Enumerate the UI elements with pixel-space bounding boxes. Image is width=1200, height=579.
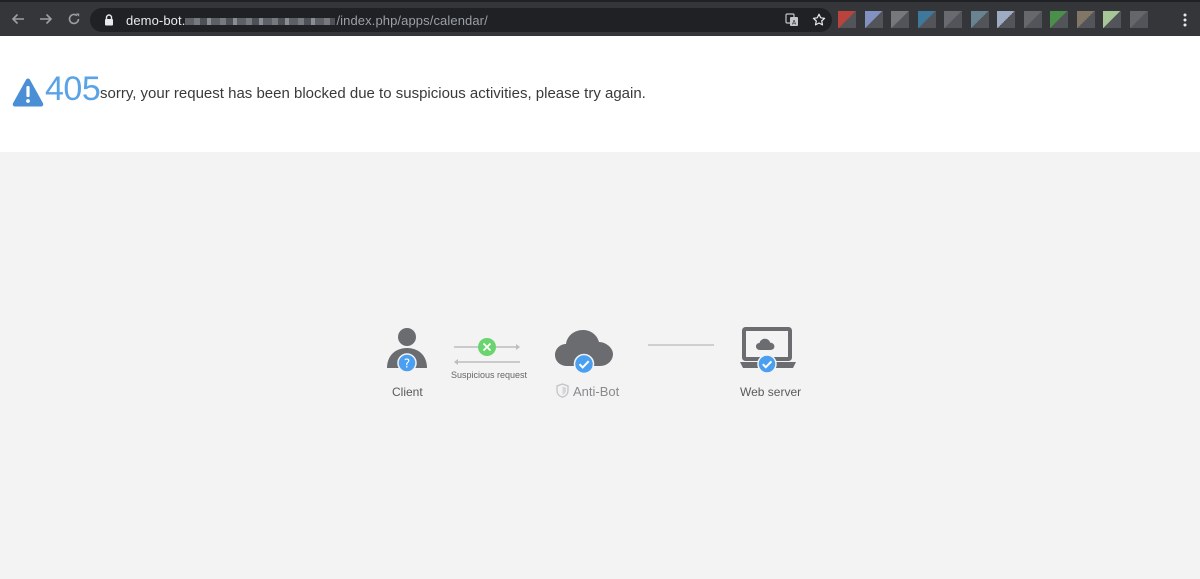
forward-button[interactable] bbox=[33, 6, 59, 32]
suspicious-request-label: Suspicious request bbox=[451, 370, 528, 380]
antibot-cloud-icon bbox=[555, 330, 613, 375]
url-redacted-segment bbox=[185, 17, 336, 25]
client-user-icon: ? bbox=[387, 328, 427, 373]
extensions-bar bbox=[838, 11, 1156, 28]
bookmark-star-icon[interactable] bbox=[810, 11, 828, 29]
svg-text:?: ? bbox=[404, 357, 410, 371]
address-bar[interactable]: demo-bot. /index.php/apps/calendar/ A bbox=[90, 8, 832, 32]
extension-icon[interactable] bbox=[1023, 11, 1042, 28]
extension-icon[interactable] bbox=[1076, 11, 1095, 28]
warning-icon bbox=[12, 78, 44, 107]
client-label: Client bbox=[392, 385, 423, 399]
error-code: 405 bbox=[45, 70, 101, 108]
error-banner: 405 sorry, your request has been blocked… bbox=[0, 36, 1200, 152]
block-diagram: ? Client Suspicious request Anti-Bot Web… bbox=[0, 152, 1200, 579]
request-arrows-icon bbox=[454, 338, 520, 365]
extension-icon[interactable] bbox=[1050, 11, 1068, 28]
lock-icon bbox=[102, 13, 116, 27]
browser-menu-button[interactable] bbox=[1178, 11, 1192, 29]
shield-icon bbox=[556, 383, 569, 398]
web-server-label: Web server bbox=[740, 385, 802, 399]
more-vert-icon bbox=[1183, 13, 1187, 27]
extension-icon[interactable] bbox=[864, 11, 883, 28]
url-path: /index.php/apps/calendar/ bbox=[336, 12, 488, 28]
back-button[interactable] bbox=[5, 6, 31, 32]
url-host: demo-bot. bbox=[126, 12, 186, 28]
connector-line bbox=[648, 344, 714, 346]
error-message: sorry, your request has been blocked due… bbox=[100, 85, 646, 102]
extension-icon[interactable] bbox=[917, 11, 936, 28]
extension-icon[interactable] bbox=[1103, 11, 1121, 28]
reload-button[interactable] bbox=[61, 6, 87, 32]
url-text: demo-bot. /index.php/apps/calendar/ bbox=[126, 13, 488, 28]
check-badge-icon bbox=[573, 353, 595, 375]
extension-icon[interactable] bbox=[997, 11, 1015, 28]
extension-icon[interactable] bbox=[891, 11, 909, 28]
extension-icon[interactable] bbox=[944, 11, 962, 28]
extension-icon[interactable] bbox=[970, 11, 989, 28]
translate-icon[interactable]: A bbox=[783, 11, 801, 29]
arrow-left-icon bbox=[11, 13, 24, 25]
reload-icon bbox=[68, 13, 80, 25]
browser-toolbar: demo-bot. /index.php/apps/calendar/ A bbox=[0, 0, 1200, 36]
extension-icon[interactable] bbox=[838, 11, 856, 28]
web-server-laptop-icon bbox=[740, 327, 796, 374]
extension-icon[interactable] bbox=[1129, 11, 1148, 28]
arrow-right-icon bbox=[40, 13, 53, 25]
check-badge-icon bbox=[757, 354, 777, 374]
antibot-label: Anti-Bot bbox=[573, 384, 620, 399]
